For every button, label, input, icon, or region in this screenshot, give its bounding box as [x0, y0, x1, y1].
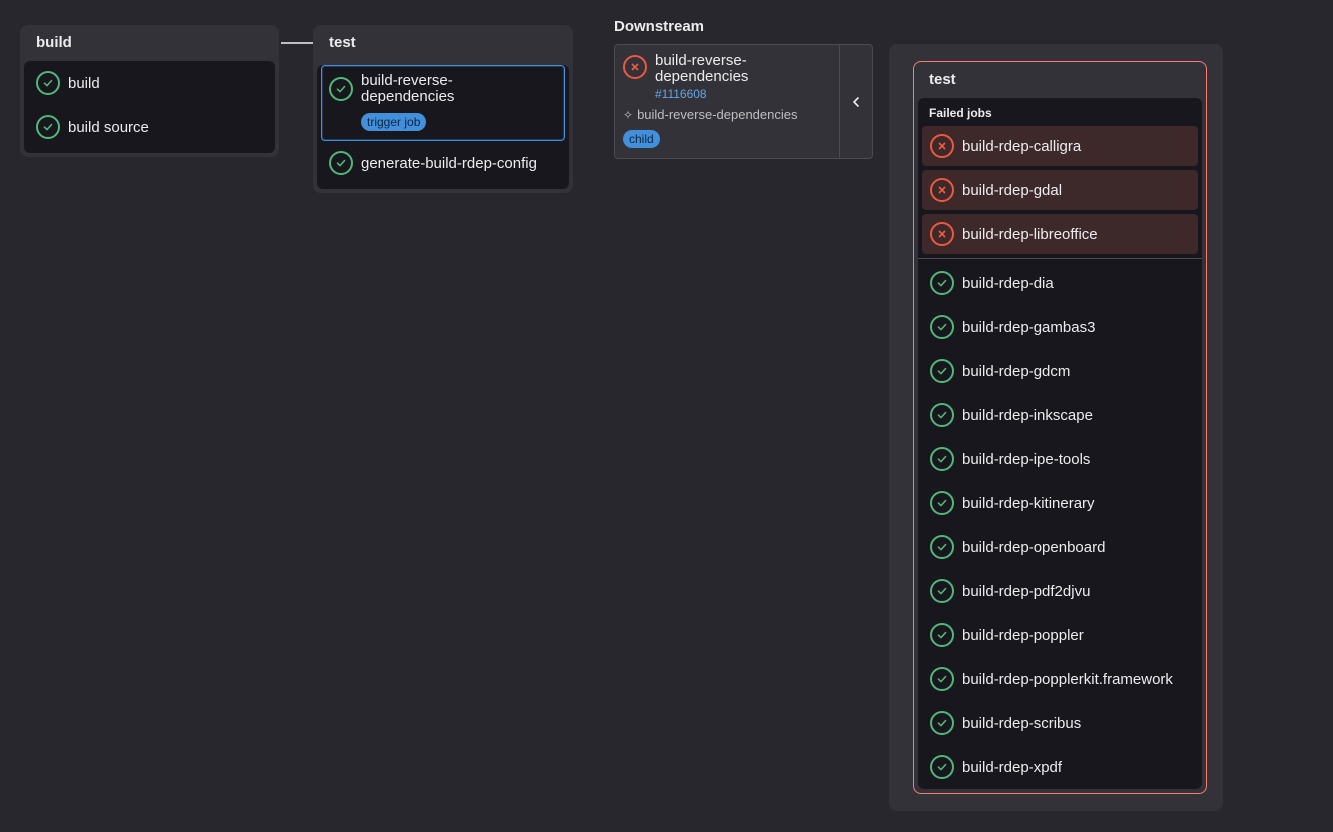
stage-title: build	[36, 34, 72, 51]
job-build-rdep-kitinerary[interactable]: build-rdep-kitinerary	[918, 481, 1202, 525]
expanded-job-list: build-rdep-dia build-rdep-gambas3 build-rd…	[918, 259, 1202, 789]
status-success-icon	[930, 271, 954, 295]
job-name: build-rdep-poppler	[962, 626, 1084, 644]
status-success-icon	[930, 667, 954, 691]
job-build-rdep-inkscape[interactable]: build-rdep-inkscape	[918, 393, 1202, 437]
status-success-icon	[930, 403, 954, 427]
expanded-stage-test: test Failed jobs build-rdep-calligra bui…	[913, 61, 1207, 794]
job-list: build build source	[24, 61, 275, 153]
job-name: build-rdep-popplerkit.framework	[962, 670, 1173, 688]
job-name: build-rdep-pdf2djvu	[962, 582, 1091, 600]
status-success-icon	[930, 623, 954, 647]
child-badge: child	[623, 130, 660, 148]
job-name: build-rdep-gambas3	[962, 318, 1096, 336]
job-name: build-rdep-dia	[962, 274, 1054, 292]
status-success-icon	[930, 535, 954, 559]
job-list: Failed jobs build-rdep-calligra build-rd…	[918, 98, 1202, 789]
job-name: build-rdep-inkscape	[962, 406, 1093, 424]
job-name: build-rdep-xpdf	[962, 758, 1063, 776]
job-build-rdep-ipe-tools[interactable]: build-rdep-ipe-tools	[918, 437, 1202, 481]
failed-jobs-label: Failed jobs	[929, 106, 992, 120]
job-build-rdep-libreoffice[interactable]: build-rdep-libreoffice	[922, 214, 1198, 254]
job-name: build	[68, 74, 100, 92]
status-success-icon	[930, 359, 954, 383]
job-name: generate-build-rdep-config	[361, 154, 537, 172]
trigger-job-info: build-reverse-dependencies trigger job	[361, 73, 491, 131]
stage-title: test	[329, 34, 356, 51]
job-name: build-rdep-gdal	[962, 181, 1063, 199]
downstream-pipeline-name[interactable]: build-reverse-dependencies	[655, 53, 775, 85]
downstream-pipeline-id[interactable]: #1116608	[655, 87, 775, 101]
job-name: build-rdep-scribus	[962, 714, 1082, 732]
job-name: build-rdep-ipe-tools	[962, 450, 1091, 468]
status-success-icon	[36, 115, 60, 139]
job-name: build-rdep-gdcm	[962, 362, 1071, 380]
status-failed-icon	[930, 178, 954, 202]
downstream-source-job: build-reverse-dependencies	[637, 107, 798, 122]
stage-test: test build-reverse-dependencies trigger …	[313, 25, 573, 193]
sparkle-icon: ✧	[623, 107, 634, 122]
status-failed-icon	[930, 134, 954, 158]
job-name: build-rdep-openboard	[962, 538, 1106, 556]
job-build-rdep-dia[interactable]: build-rdep-dia	[918, 261, 1202, 305]
stage-connector	[281, 42, 313, 44]
status-success-icon	[930, 755, 954, 779]
stage-build: build build build source	[20, 25, 279, 157]
job-name: build-rdep-kitinerary	[962, 494, 1095, 512]
status-success-icon	[329, 77, 353, 101]
stage-title: test	[929, 71, 956, 88]
status-success-icon	[36, 71, 60, 95]
job-name: build-rdep-calligra	[962, 137, 1082, 155]
status-failed-icon	[930, 222, 954, 246]
job-name: build-rdep-libreoffice	[962, 225, 1098, 243]
job-build-rdep-popplerkit-framework[interactable]: build-rdep-popplerkit.framework	[918, 657, 1202, 701]
job-build-rdep-gdcm[interactable]: build-rdep-gdcm	[918, 349, 1202, 393]
job-build-rdep-gdal[interactable]: build-rdep-gdal	[922, 170, 1198, 210]
status-success-icon	[930, 491, 954, 515]
job-build-rdep-calligra[interactable]: build-rdep-calligra	[922, 126, 1198, 166]
status-success-icon	[930, 579, 954, 603]
status-success-icon	[930, 447, 954, 471]
collapse-downstream-button[interactable]	[839, 45, 872, 158]
job-build-rdep-gambas3[interactable]: build-rdep-gambas3	[918, 305, 1202, 349]
trigger-job-build-reverse-dependencies[interactable]: build-reverse-dependencies trigger job	[321, 65, 565, 141]
job-build-rdep-pdf2djvu[interactable]: build-rdep-pdf2djvu	[918, 569, 1202, 613]
downstream-label: Downstream	[614, 18, 705, 35]
job-list: build-reverse-dependencies trigger job g…	[317, 65, 569, 189]
job-generate-build-rdep-config[interactable]: generate-build-rdep-config	[317, 141, 569, 185]
job-name: build-reverse-dependencies	[361, 72, 455, 105]
downstream-pipeline-body[interactable]: build-reverse-dependencies #1116608 ✧ bu…	[615, 45, 839, 158]
job-build[interactable]: build	[24, 61, 275, 105]
trigger-job-badge: trigger job	[361, 113, 427, 131]
job-build-rdep-openboard[interactable]: build-rdep-openboard	[918, 525, 1202, 569]
status-success-icon	[930, 711, 954, 735]
downstream-pipeline-card[interactable]: build-reverse-dependencies #1116608 ✧ bu…	[614, 44, 873, 159]
chevron-left-icon	[853, 96, 859, 107]
job-build-rdep-scribus[interactable]: build-rdep-scribus	[918, 701, 1202, 745]
status-failed-icon	[623, 55, 647, 79]
job-build-source[interactable]: build source	[24, 105, 275, 149]
job-build-rdep-xpdf[interactable]: build-rdep-xpdf	[918, 745, 1202, 789]
job-name: build source	[68, 118, 149, 136]
status-success-icon	[930, 315, 954, 339]
job-build-rdep-poppler[interactable]: build-rdep-poppler	[918, 613, 1202, 657]
status-success-icon	[329, 151, 353, 175]
